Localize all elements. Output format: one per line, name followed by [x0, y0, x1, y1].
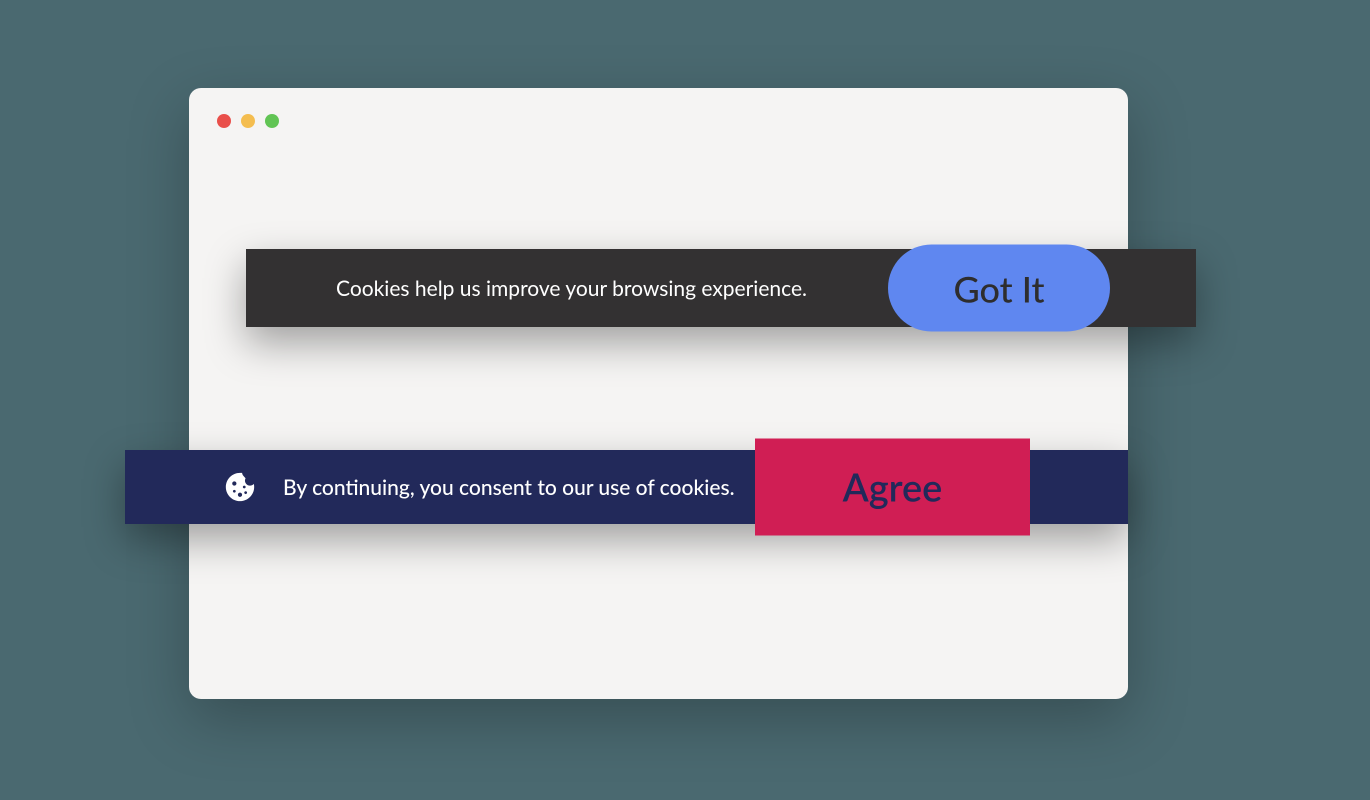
- agree-button[interactable]: Agree: [755, 439, 1030, 536]
- cookie-banner-text: Cookies help us improve your browsing ex…: [336, 276, 807, 301]
- window-minimize-dot[interactable]: [241, 114, 255, 128]
- browser-window: [189, 88, 1128, 699]
- got-it-button-label: Got It: [953, 266, 1044, 310]
- agree-button-label: Agree: [843, 464, 943, 510]
- window-controls: [217, 114, 279, 128]
- window-maximize-dot[interactable]: [265, 114, 279, 128]
- window-close-dot[interactable]: [217, 114, 231, 128]
- got-it-button[interactable]: Got It: [888, 245, 1110, 332]
- cookie-icon: [223, 470, 257, 504]
- cookie-banner-dark: Cookies help us improve your browsing ex…: [246, 249, 1196, 327]
- cookie-banner-navy: By continuing, you consent to our use of…: [125, 450, 1128, 524]
- cookie-banner-text: By continuing, you consent to our use of…: [283, 475, 735, 500]
